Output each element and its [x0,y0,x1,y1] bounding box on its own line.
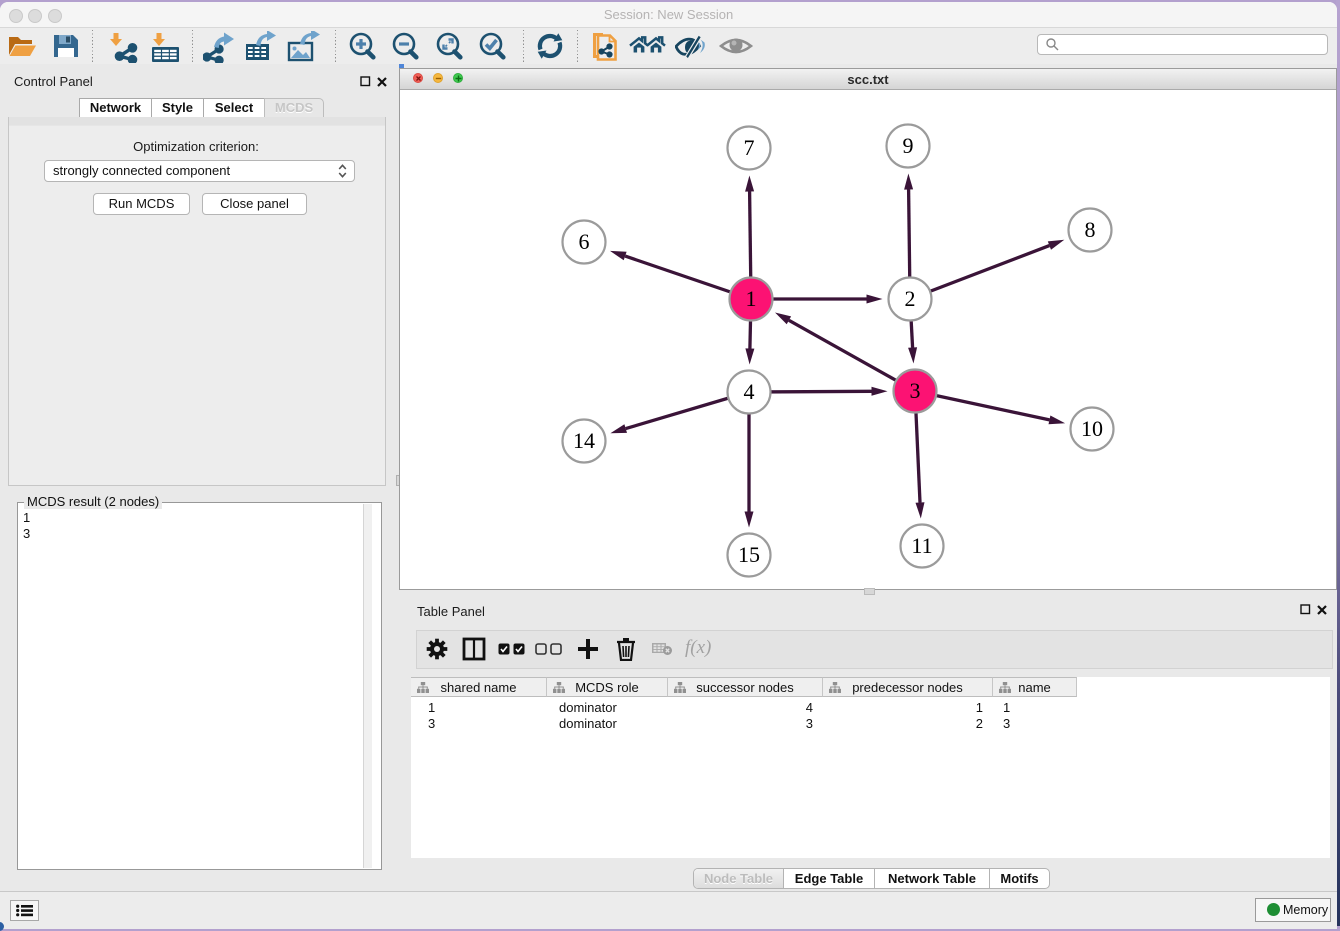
svg-text:7: 7 [744,135,755,160]
svg-text:10: 10 [1081,416,1103,441]
svg-text:8: 8 [1085,217,1096,242]
svg-text:4: 4 [744,379,755,404]
svg-text:3: 3 [910,378,921,403]
svg-text:15: 15 [738,542,760,567]
svg-text:6: 6 [579,229,590,254]
svg-text:14: 14 [573,428,595,453]
svg-text:2: 2 [905,286,916,311]
svg-text:9: 9 [903,133,914,158]
svg-text:1: 1 [746,286,757,311]
svg-text:11: 11 [911,533,932,558]
